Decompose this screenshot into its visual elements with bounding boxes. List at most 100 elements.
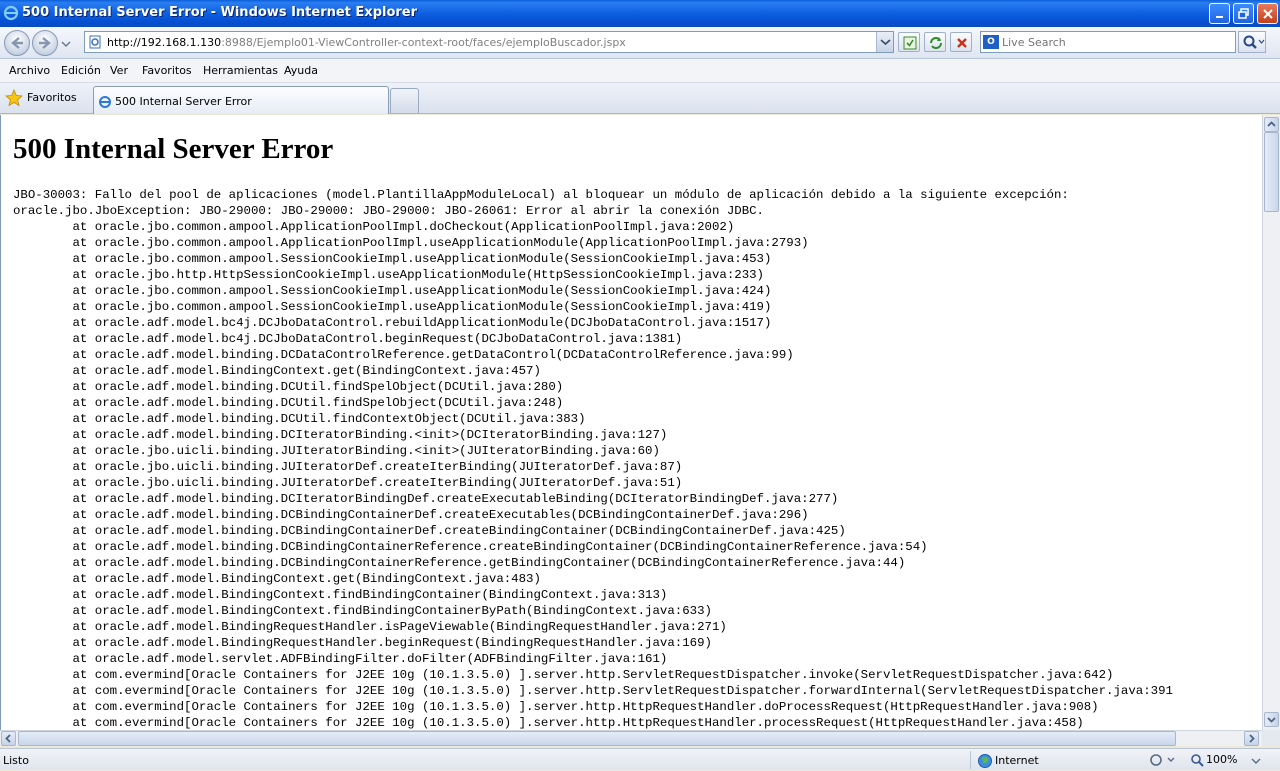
zoom-level: 100% [1206,753,1238,766]
search-box[interactable]: O [980,31,1236,53]
window-title: 500 Internal Server Error - Windows Inte… [22,5,418,20]
error-message-line: oracle.jbo.JboException: JBO-29000: JBO-… [13,204,764,218]
menu-archivo[interactable]: Archivo [9,64,50,77]
zoom-control[interactable]: 100% [1190,752,1270,768]
favorites-label: Favoritos [27,91,77,104]
stack-frame-line: at oracle.adf.model.binding.DCUtil.findC… [13,412,586,426]
stack-frame-line: at oracle.adf.model.BindingContext.findB… [13,588,668,602]
search-icon [1243,35,1265,49]
menu-herramientas[interactable]: Herramientas [203,64,278,77]
stack-frame-line: at oracle.jbo.common.ampool.SessionCooki… [13,300,772,314]
stack-frame-line: at oracle.adf.model.bc4j.DCJboDataContro… [13,316,772,330]
stack-frame-line: at com.evermind[Oracle Containers for J2… [13,668,1114,682]
stack-frame-line: at oracle.adf.model.BindingRequestHandle… [13,636,712,650]
stack-frame-line: at oracle.adf.model.binding.DCDataContro… [13,348,794,362]
horizontal-scroll-thumb[interactable] [18,731,1176,746]
menu-favoritos[interactable]: Favoritos [142,64,192,77]
settings-dropdown-icon [1150,754,1175,766]
url-path: :8988/Ejemplo01-ViewController-context-r… [221,36,626,49]
menu-bar: Archivo Edición Ver Favoritos Herramient… [0,59,1280,83]
forward-button[interactable] [32,30,58,56]
stop-icon [957,38,967,48]
stack-frame-line: at oracle.adf.model.BindingContext.get(B… [13,572,541,586]
arrow-up-icon [1267,121,1276,127]
new-tab-button[interactable] [390,88,419,113]
horizontal-scrollbar[interactable] [0,730,1262,746]
favorites-button[interactable]: Favoritos [5,88,85,108]
refresh-button[interactable] [924,32,946,52]
address-bar[interactable]: http://192.168.1.130:8988/Ejemplo01-View… [84,31,894,53]
vertical-scrollbar[interactable] [1262,115,1280,730]
chevron-down-icon [880,39,891,46]
stack-frame-line: at oracle.adf.model.binding.DCBindingCon… [13,508,809,522]
protected-mode-button[interactable] [1142,752,1182,768]
address-url: http://192.168.1.130:8988/Ejemplo01-View… [107,36,626,49]
maximize-button[interactable] [1233,3,1254,24]
stack-frame-line: at oracle.adf.model.bc4j.DCJboDataContro… [13,332,683,346]
menu-edicion[interactable]: Edición [61,64,101,77]
forward-arrow-icon [39,37,51,49]
zone-label: Internet [995,754,1039,767]
history-dropdown-icon[interactable] [61,39,71,49]
tab-active[interactable]: 500 Internal Server Error [93,86,389,114]
navigation-bar: http://192.168.1.130:8988/Ejemplo01-View… [0,27,1280,59]
arrow-right-icon [1249,734,1255,743]
security-zone[interactable]: Internet [970,751,1134,769]
stack-frame-line: at oracle.adf.model.binding.DCBindingCon… [13,540,928,554]
stack-frame-line: at oracle.adf.model.binding.DCBindingCon… [13,524,846,538]
live-search-logo-icon: O [983,35,999,49]
compatibility-view-button[interactable] [898,32,920,52]
scroll-up-button[interactable] [1264,117,1279,132]
stack-frame-line: at oracle.jbo.uicli.binding.JUIteratorDe… [13,460,683,474]
stack-frame-line: at oracle.jbo.common.ampool.SessionCooki… [13,252,772,266]
menu-ayuda[interactable]: Ayuda [284,64,318,77]
back-arrow-icon [11,37,23,49]
stack-frame-line: at oracle.adf.model.BindingContext.findB… [13,604,712,618]
stack-frame-line: at oracle.jbo.uicli.binding.JUIteratorDe… [13,476,683,490]
ie-logo-icon [3,5,19,21]
star-icon [5,89,23,107]
back-button[interactable] [4,30,30,56]
stack-frame-line: at oracle.adf.model.binding.DCUtil.findS… [13,396,564,410]
tab-title: 500 Internal Server Error [115,95,252,108]
address-dropdown-button[interactable] [876,32,893,52]
compatibility-icon [903,36,917,50]
stack-frame-line: at oracle.adf.model.servlet.ADFBindingFi… [13,652,668,666]
stack-trace: JBO-30003: Fallo del pool de aplicacione… [13,187,1173,730]
favorites-bar: Favoritos 500 Internal Server Error [0,83,1280,114]
scroll-down-button[interactable] [1264,712,1279,727]
stack-frame-line: at oracle.jbo.common.ampool.SessionCooki… [13,284,772,298]
close-window-button[interactable] [1257,3,1278,24]
menu-ver[interactable]: Ver [110,64,128,77]
stack-frame-line: at com.evermind[Oracle Containers for J2… [13,700,1099,714]
url-host: http://192.168.1.130 [107,36,222,49]
refresh-icon [930,37,942,49]
search-input[interactable] [1002,34,1232,50]
window-titlebar: 500 Internal Server Error - Windows Inte… [0,0,1280,27]
stack-frame-line: at oracle.adf.model.BindingContext.get(B… [13,364,541,378]
stack-frame-line: at oracle.jbo.common.ampool.ApplicationP… [13,220,735,234]
page-title: 500 Internal Server Error [13,133,334,165]
minimize-button[interactable] [1209,3,1230,24]
error-message-line: JBO-30003: Fallo del pool de aplicacione… [13,188,1069,202]
ie-page-icon [99,96,111,108]
scroll-right-button[interactable] [1244,731,1259,746]
scroll-left-button[interactable] [1,731,16,746]
page-icon [89,35,101,49]
close-icon [1263,9,1273,19]
minimize-icon [1216,16,1223,18]
scrollbar-corner [1262,730,1280,746]
stack-frame-line: at oracle.jbo.uicli.binding.JUIteratorBi… [13,444,660,458]
search-button[interactable] [1238,31,1266,53]
status-text: Listo [3,754,29,767]
chevron-down-icon [1251,758,1261,764]
stack-frame-line: at oracle.adf.model.binding.DCBindingCon… [13,556,906,570]
vertical-scroll-thumb[interactable] [1264,132,1279,212]
stack-frame-line: at oracle.jbo.common.ampool.ApplicationP… [13,236,809,250]
stack-frame-line: at oracle.adf.model.binding.DCIteratorBi… [13,492,839,506]
globe-icon [978,754,992,768]
stack-frame-line: at oracle.adf.model.binding.DCUtil.findS… [13,380,564,394]
status-bar: Listo Internet 100% [0,748,1280,770]
stack-frame-line: at com.evermind[Oracle Containers for J2… [13,716,1084,730]
stop-button[interactable] [950,32,972,52]
